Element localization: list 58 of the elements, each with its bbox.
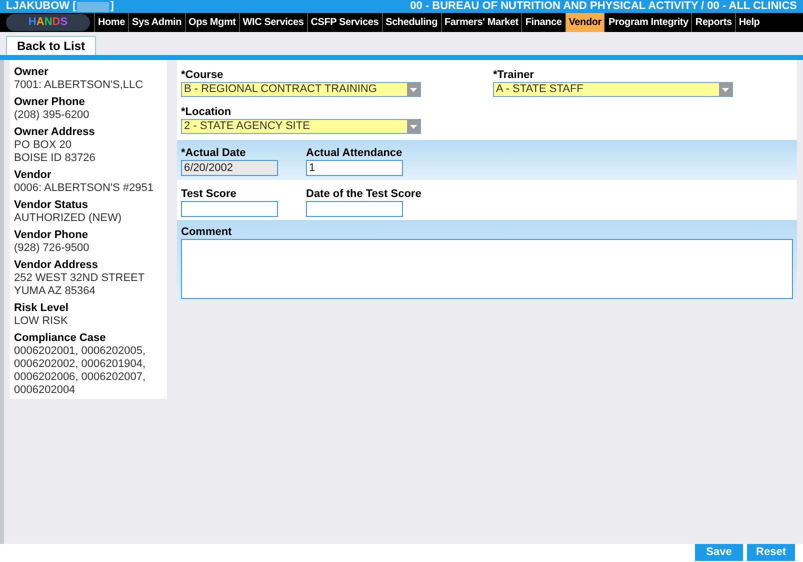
nav-tab[interactable]: Program Integrity <box>604 13 692 32</box>
nav-tab[interactable]: Ops Mgmt <box>184 13 239 32</box>
nav-tab[interactable]: Reports <box>691 13 735 32</box>
user-name: LJAKUBOW [ <box>6 0 76 13</box>
info-label: Compliance Case <box>14 332 107 345</box>
info-label: Vendor Address <box>14 259 99 272</box>
info-value: LOW RISK <box>14 315 69 328</box>
field-label: Actual Attendance <box>306 146 402 160</box>
field-label: *Course <box>181 68 224 82</box>
agency-text: 00 - BUREAU OF NUTRITION AND PHYSICAL ACTIVITY / 00 - ALL CLINICS <box>410 0 797 13</box>
input-field[interactable] <box>181 201 278 217</box>
comment-field[interactable] <box>181 239 793 299</box>
field-label: Comment <box>181 226 233 239</box>
dropdown[interactable]: B - REGIONAL CONTRACT TRAINING <box>181 82 421 97</box>
nav-tab[interactable]: Scheduling <box>382 13 440 32</box>
info-value: 252 WEST 32ND STREET <box>14 272 146 285</box>
nav-tab[interactable]: WIC Services <box>238 13 307 32</box>
info-value: YUMA AZ 85364 <box>14 285 96 298</box>
info-label: Risk Level <box>14 302 70 315</box>
field-label: Test Score <box>181 187 236 201</box>
info-value: BOISE ID 83726 <box>14 152 96 165</box>
nav-tab[interactable]: Help <box>734 13 763 32</box>
nav-tab[interactable]: Sys Admin <box>128 13 184 32</box>
info-value: 0006: ALBERTSON'S #2951 <box>14 182 154 195</box>
info-label: Vendor Status <box>14 199 89 212</box>
caret-icon <box>719 83 732 96</box>
field-label: *Trainer <box>493 68 534 82</box>
input-field[interactable] <box>306 201 403 217</box>
info-value: (928) 726-9500 <box>14 242 90 255</box>
dropdown[interactable]: A - STATE STAFF <box>493 82 733 97</box>
redacted-block <box>77 2 110 12</box>
back-to-list-button[interactable]: Back to List <box>6 36 96 55</box>
logo: HANDS <box>6 14 90 31</box>
input-field[interactable]: 1 <box>306 160 403 176</box>
field-label: Date of the Test Score <box>306 187 422 201</box>
info-value: 0006202006, 0006202007, <box>14 371 147 384</box>
info-label: Vendor <box>14 169 52 182</box>
dropdown[interactable]: 2 - STATE AGENCY SITE <box>181 119 421 134</box>
bracket-text: ] <box>110 0 114 13</box>
nav-tab[interactable]: Farmers' Market <box>440 13 522 32</box>
nav-tab[interactable]: CSFP Services <box>306 13 382 32</box>
caret-icon <box>407 120 420 133</box>
nav-tab[interactable]: Home <box>94 13 128 32</box>
caret-icon <box>407 83 420 96</box>
info-value: 7001: ALBERTSON'S,LLC <box>14 79 144 92</box>
field-label: *Location <box>181 105 232 119</box>
info-value: AUTHORIZED (NEW) <box>14 212 123 225</box>
info-value: PO BOX 20 <box>14 139 72 152</box>
nav-tab[interactable]: Vendor <box>564 13 604 32</box>
info-label: Owner Address <box>14 126 96 139</box>
info-value: 0006202002, 0006201904, <box>14 358 147 371</box>
field-label: *Actual Date <box>181 146 246 160</box>
info-label: Vendor Phone <box>14 229 89 242</box>
info-label: Owner <box>14 66 50 79</box>
info-value: (208) 395-6200 <box>14 109 90 122</box>
info-value: 0006202001, 0006202005, <box>14 345 147 358</box>
info-label: Owner Phone <box>14 96 86 109</box>
info-value: 0006202004 <box>14 384 76 397</box>
